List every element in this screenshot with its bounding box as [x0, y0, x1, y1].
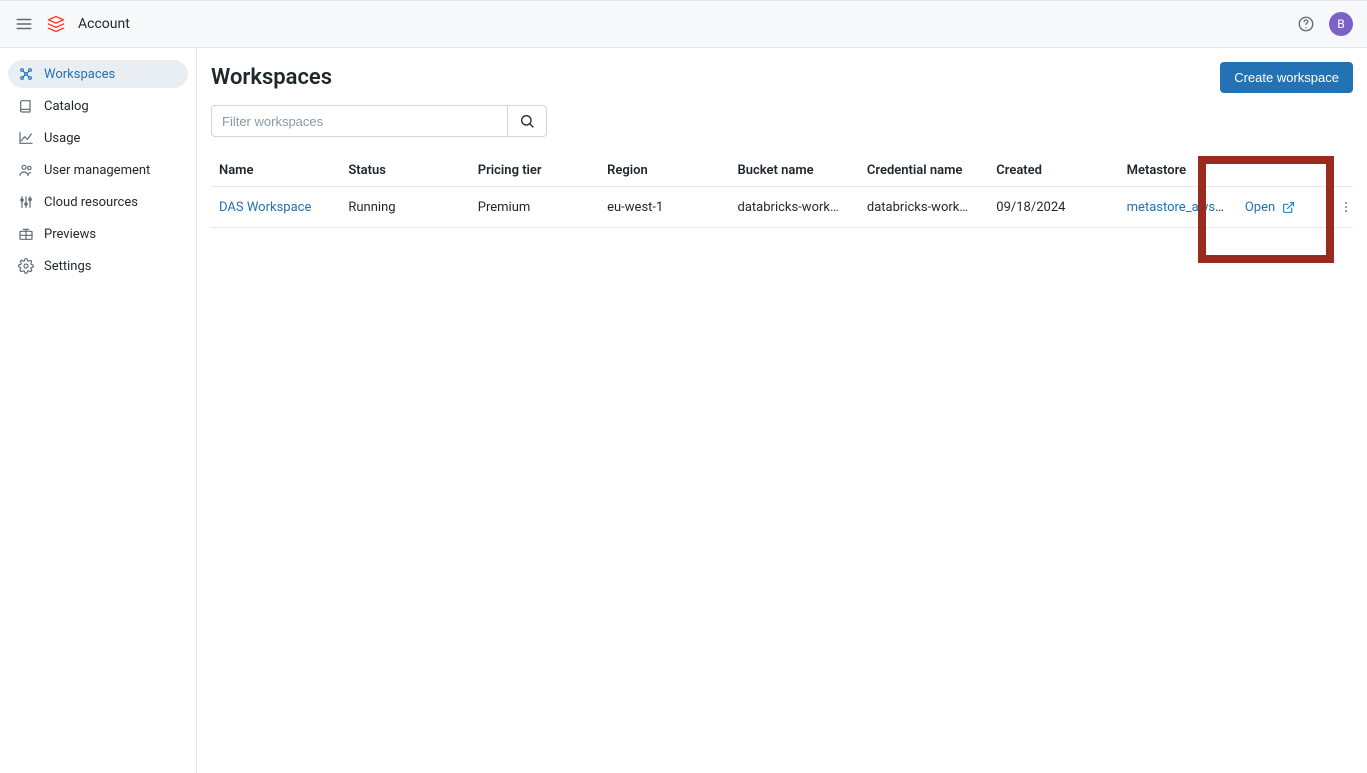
column-header-region[interactable]: Region [599, 155, 729, 187]
sidebar-item-user-management[interactable]: User management [8, 156, 188, 184]
column-header-credential[interactable]: Credential name [859, 155, 988, 187]
cell-tier: Premium [470, 187, 599, 228]
workspaces-table: Name Status Pricing tier Region Bucket n… [211, 155, 1353, 228]
search-icon [519, 113, 535, 129]
sidebar-item-label: User management [44, 163, 150, 178]
sidebar-item-catalog[interactable]: Catalog [8, 92, 188, 120]
search-button[interactable] [507, 105, 547, 137]
sidebar-item-workspaces[interactable]: Workspaces [8, 60, 188, 88]
workspace-name-link[interactable]: DAS Workspace [219, 200, 311, 215]
sidebar-item-settings[interactable]: Settings [8, 252, 188, 280]
gear-icon [18, 258, 34, 274]
row-more-button[interactable] [1339, 197, 1353, 217]
create-workspace-button[interactable]: Create workspace [1220, 62, 1353, 93]
sidebar-item-usage[interactable]: Usage [8, 124, 188, 152]
external-link-icon [1281, 200, 1295, 214]
users-icon [18, 162, 34, 178]
workspaces-icon [18, 66, 34, 82]
filter-workspaces-input[interactable] [211, 105, 508, 137]
user-avatar[interactable]: B [1329, 12, 1353, 36]
main-content: Workspaces Create workspace Name Status … [197, 48, 1367, 773]
cell-credential: databricks-work… [859, 187, 988, 228]
menu-toggle-button[interactable] [14, 14, 34, 34]
table-row: DAS Workspace Running Premium eu-west-1 … [211, 187, 1353, 228]
usage-icon [18, 130, 34, 146]
avatar-initial: B [1337, 17, 1344, 31]
page-title: Workspaces [211, 65, 332, 90]
sidebar-item-label: Settings [44, 259, 91, 274]
top-bar: Account B [0, 0, 1367, 48]
open-label: Open [1245, 200, 1275, 215]
cell-created: 09/18/2024 [988, 187, 1118, 228]
sidebar-item-label: Workspaces [44, 67, 115, 82]
databricks-logo-icon [46, 14, 66, 34]
metastore-link[interactable]: metastore_aws_… [1127, 200, 1230, 215]
column-header-bucket[interactable]: Bucket name [730, 155, 859, 187]
cell-status: Running [340, 187, 469, 228]
sidebar-item-previews[interactable]: Previews [8, 220, 188, 248]
column-header-status[interactable]: Status [340, 155, 469, 187]
sidebar-item-label: Catalog [44, 99, 89, 114]
cell-bucket: databricks-work… [730, 187, 859, 228]
previews-icon [18, 226, 34, 242]
column-header-name[interactable]: Name [211, 155, 340, 187]
cloud-resources-icon [18, 194, 34, 210]
sidebar-item-label: Usage [44, 131, 80, 146]
help-icon [1297, 15, 1315, 33]
sidebar-item-cloud-resources[interactable]: Cloud resources [8, 188, 188, 216]
sidebar-item-label: Cloud resources [44, 195, 138, 210]
column-header-created[interactable]: Created [988, 155, 1118, 187]
app-title: Account [78, 16, 130, 32]
column-header-pricing-tier[interactable]: Pricing tier [470, 155, 599, 187]
catalog-icon [18, 98, 34, 114]
hamburger-icon [15, 15, 33, 33]
cell-region: eu-west-1 [599, 187, 729, 228]
open-workspace-link[interactable]: Open [1245, 200, 1323, 215]
sidebar: Workspaces Catalog Usage User management… [0, 48, 197, 773]
column-header-metastore[interactable]: Metastore [1119, 155, 1237, 187]
sidebar-item-label: Previews [44, 227, 96, 242]
help-button[interactable] [1295, 13, 1317, 35]
more-vertical-icon [1339, 200, 1353, 214]
